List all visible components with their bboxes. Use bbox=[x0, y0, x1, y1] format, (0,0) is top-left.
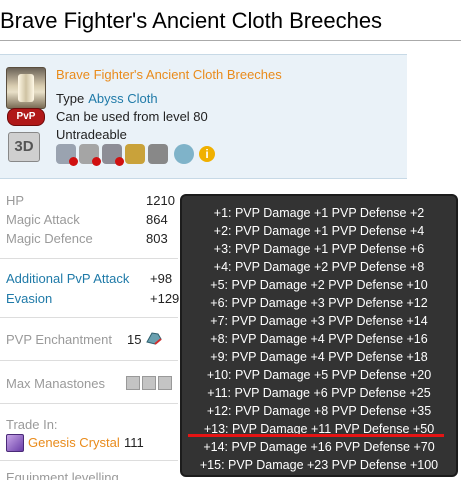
tooltip-line: +5: PVP Damage +2 PVP Defense +10 bbox=[210, 278, 428, 292]
tooltip-line: +8: PVP Damage +4 PVP Defense +16 bbox=[210, 332, 428, 346]
manastone-socket-icon bbox=[126, 376, 140, 390]
tooltip-line: +1: PVP Damage +1 PVP Defense +2 bbox=[213, 206, 425, 220]
tooltip-line: +10: PVP Damage +5 PVP Defense +20 bbox=[206, 368, 432, 382]
tooltip-line: +2: PVP Damage +1 PVP Defense +4 bbox=[213, 224, 425, 238]
level-requirement: Can be used from level 80 bbox=[56, 109, 208, 124]
trade-in-label: Trade In: bbox=[6, 417, 58, 432]
type-label: Type bbox=[56, 91, 85, 106]
tooltip-line: +3: PVP Damage +1 PVP Defense +6 bbox=[213, 242, 425, 256]
stat-value-hp: 1210 bbox=[146, 193, 175, 208]
pvp-badge: PvP bbox=[7, 108, 45, 126]
dye-icon bbox=[148, 144, 168, 164]
divider bbox=[0, 317, 178, 318]
view-3d-button[interactable]: 3D bbox=[8, 132, 40, 162]
trade-item-link[interactable]: Genesis Crystal bbox=[28, 435, 120, 450]
tradeable-status: Untradeable bbox=[56, 127, 127, 142]
enchant-stone-icon[interactable] bbox=[145, 330, 163, 346]
stat-value-magic-defence: 803 bbox=[146, 231, 168, 246]
item-infobox: PvP 3D Brave Fighter's Ancient Cloth Bre… bbox=[0, 54, 407, 179]
trade-item-count: 111 bbox=[124, 435, 144, 450]
stat-label-hp: HP bbox=[6, 193, 25, 208]
genesis-crystal-icon bbox=[6, 434, 24, 452]
page-title: Brave Fighter's Ancient Cloth Breeches bbox=[0, 8, 383, 33]
divider bbox=[0, 403, 178, 404]
stat-label-magic-defence: Magic Defence bbox=[6, 231, 93, 246]
info-icon[interactable]: i bbox=[199, 146, 215, 162]
title-divider bbox=[0, 40, 461, 41]
stat-label-magic-attack: Magic Attack bbox=[6, 212, 80, 227]
enchant-label: PVP Enchantment bbox=[6, 332, 112, 347]
item-name: Brave Fighter's Ancient Cloth Breeches bbox=[56, 67, 282, 82]
tooltip-line: +7: PVP Damage +3 PVP Defense +14 bbox=[210, 314, 428, 328]
tooltip-line: +9: PVP Damage +4 PVP Defense +18 bbox=[210, 350, 428, 364]
bonus-value-pvp-attack: +98 bbox=[150, 271, 173, 286]
manastones-label: Max Manastones bbox=[6, 376, 105, 391]
cannot-sell-icon bbox=[102, 144, 124, 166]
divider bbox=[0, 360, 178, 361]
divider bbox=[0, 258, 178, 259]
sphere-icon bbox=[174, 144, 194, 164]
bonus-label-pvp-attack[interactable]: Additional PvP Attack bbox=[6, 271, 129, 286]
highlight-underline bbox=[188, 434, 444, 437]
breeches-item-icon bbox=[6, 67, 46, 109]
cannot-store-icon bbox=[56, 144, 78, 166]
item-type-row: Type Abyss Cloth bbox=[56, 91, 158, 106]
type-value-link[interactable]: Abyss Cloth bbox=[88, 91, 157, 106]
enchant-value: 15 bbox=[127, 332, 142, 347]
equipment-levelling-label: Equipment levelling bbox=[6, 470, 119, 480]
bonus-label-evasion[interactable]: Evasion bbox=[6, 291, 52, 306]
stat-value-magic-attack: 864 bbox=[146, 212, 168, 227]
bonus-value-evasion: +129 bbox=[150, 291, 180, 306]
tooltip-line: +6: PVP Damage +3 PVP Defense +12 bbox=[210, 296, 428, 310]
manastone-socket-icon bbox=[158, 376, 172, 390]
kinah-icon bbox=[125, 144, 145, 164]
divider bbox=[0, 460, 178, 461]
tooltip-line: +4: PVP Damage +2 PVP Defense +8 bbox=[213, 260, 425, 274]
tooltip-line: +15: PVP Damage +23 PVP Defense +100 bbox=[199, 458, 439, 472]
tooltip-line: +14: PVP Damage +16 PVP Defense +70 bbox=[203, 440, 435, 454]
manastone-socket-icon bbox=[142, 376, 156, 390]
tooltip-line: +11: PVP Damage +6 PVP Defense +25 bbox=[207, 386, 431, 400]
tooltip-line: +12: PVP Damage +8 PVP Defense +35 bbox=[206, 404, 432, 418]
cannot-trade-icon bbox=[79, 144, 101, 166]
